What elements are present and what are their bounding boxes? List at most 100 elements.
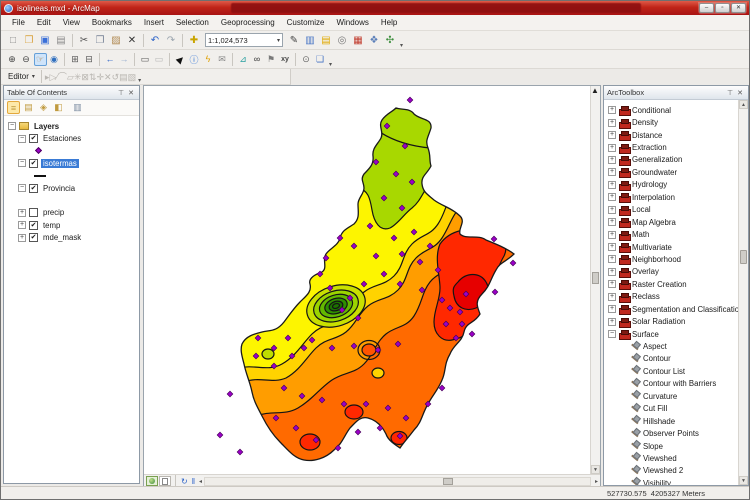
toolbox-extraction[interactable]: + Extraction bbox=[608, 141, 748, 153]
toolbox-groundwater[interactable]: +Groundwater bbox=[608, 166, 748, 178]
maximize-button[interactable]: ▫ bbox=[715, 3, 730, 13]
expand-icon[interactable]: + bbox=[608, 193, 616, 201]
modelbuilder-button[interactable]: ✣ bbox=[383, 33, 398, 48]
toolbox-label[interactable]: Extraction bbox=[632, 143, 667, 152]
table-of-contents-button[interactable]: ▥ bbox=[303, 33, 318, 48]
map-canvas[interactable] bbox=[144, 86, 591, 474]
toolbox-label[interactable]: Surface bbox=[632, 330, 659, 339]
expand-icon[interactable]: + bbox=[608, 268, 616, 276]
tool-viewshed-2[interactable]: Viewshed 2 bbox=[608, 465, 748, 477]
tool-label[interactable]: Viewshed bbox=[643, 454, 677, 463]
expand-icon[interactable]: + bbox=[18, 221, 26, 229]
redo-button[interactable]: ↷ bbox=[164, 33, 179, 48]
toolbox-generalization[interactable]: +Generalization bbox=[608, 154, 748, 166]
back-extent-button[interactable]: ← bbox=[104, 53, 117, 66]
expand-icon[interactable]: + bbox=[608, 106, 616, 114]
expand-icon[interactable]: + bbox=[608, 119, 616, 127]
fixed-zoom-in-button[interactable]: ⊞ bbox=[69, 53, 82, 66]
toolbar-overflow-button[interactable]: ▾ bbox=[138, 77, 141, 84]
expand-icon[interactable]: + bbox=[608, 318, 616, 326]
toolbox-distance[interactable]: +Distance bbox=[608, 129, 748, 141]
python-button[interactable]: ❖ bbox=[367, 33, 382, 48]
delete-button[interactable]: ✕ bbox=[125, 33, 140, 48]
toolbox-surface[interactable]: − Surface bbox=[608, 328, 748, 340]
toolbox-label[interactable]: Distance bbox=[632, 131, 662, 140]
expand-icon[interactable]: + bbox=[608, 206, 616, 214]
tool-aspect[interactable]: Aspect bbox=[608, 340, 748, 352]
layer-label[interactable]: Layers bbox=[32, 122, 61, 131]
layer-label[interactable]: isotermas bbox=[41, 159, 79, 168]
toolbox-local[interactable]: +Local bbox=[608, 204, 748, 216]
tool-label[interactable]: Curvature bbox=[643, 392, 677, 401]
station-point[interactable] bbox=[237, 449, 243, 455]
toolbox-label[interactable]: Math bbox=[632, 230, 649, 239]
toolbox-label[interactable]: Groundwater bbox=[632, 168, 677, 177]
pin-icon[interactable]: ⊤ bbox=[725, 89, 735, 97]
layout-view-button[interactable] bbox=[159, 476, 171, 486]
toolbox-label[interactable]: Interpolation bbox=[632, 193, 675, 202]
tool-observer-points[interactable]: Observer Points bbox=[608, 427, 748, 439]
station-point[interactable] bbox=[355, 429, 361, 435]
layer-visibility-checkbox[interactable]: ✔ bbox=[29, 233, 38, 242]
catalog-button[interactable]: ▤ bbox=[319, 33, 334, 48]
scroll-left-icon[interactable]: ◂ bbox=[199, 478, 202, 485]
layer-visibility-checkbox[interactable]: ✔ bbox=[29, 159, 38, 168]
tool-cut-fill[interactable]: Cut Fill bbox=[608, 403, 748, 415]
collapse-icon[interactable]: − bbox=[608, 330, 616, 338]
tool-label[interactable]: Contour bbox=[643, 354, 671, 363]
tool-label[interactable]: Visibility bbox=[643, 479, 671, 485]
expand-icon[interactable]: + bbox=[608, 255, 616, 263]
menu-windows[interactable]: Windows bbox=[331, 16, 373, 29]
editor-menu[interactable]: Editor▾ bbox=[5, 72, 38, 81]
menu-edit[interactable]: Edit bbox=[32, 16, 56, 29]
find-button[interactable]: ∞ bbox=[251, 53, 264, 66]
collapse-icon[interactable]: − bbox=[18, 135, 26, 143]
editor-tool-icon[interactable]: ▱ bbox=[67, 72, 74, 82]
layer-label[interactable]: precip bbox=[41, 208, 66, 217]
expand-icon[interactable]: + bbox=[608, 181, 616, 189]
add-data-button[interactable]: ✚ bbox=[187, 33, 202, 48]
toolbox-neighborhood[interactable]: +Neighborhood bbox=[608, 253, 748, 265]
tool-label[interactable]: Contour with Barriers bbox=[643, 379, 716, 388]
menu-file[interactable]: File bbox=[7, 16, 30, 29]
layer-visibility-checkbox[interactable]: ✔ bbox=[29, 184, 38, 193]
toolbox-label[interactable]: Reclass bbox=[632, 292, 660, 301]
refresh-view-button[interactable]: ↻ bbox=[181, 477, 188, 486]
editor-toolbar-toggle[interactable]: ✎ bbox=[287, 33, 302, 48]
print-button[interactable]: ▤ bbox=[54, 33, 69, 48]
toolbox-conditional[interactable]: +Conditional bbox=[608, 104, 748, 116]
viewer-window-button[interactable]: ❏ bbox=[314, 53, 327, 66]
tool-visibility[interactable]: Visibility bbox=[608, 477, 748, 485]
measure-button[interactable]: ⊿ bbox=[237, 53, 250, 66]
go-to-xy-button[interactable]: xy bbox=[279, 53, 292, 66]
forward-extent-button[interactable]: → bbox=[118, 53, 131, 66]
tool-curvature[interactable]: Curvature bbox=[608, 390, 748, 402]
select-features-button[interactable]: ▭ bbox=[139, 53, 152, 66]
editor-tool-icon[interactable]: ⌒ bbox=[58, 72, 67, 82]
layer-row-layers[interactable]: −Layers bbox=[4, 120, 139, 132]
pin-icon[interactable]: ⊤ bbox=[116, 89, 126, 97]
cut-button[interactable]: ✂ bbox=[77, 33, 92, 48]
toolbox-interpolation[interactable]: + Interpolation bbox=[608, 191, 748, 203]
station-point[interactable] bbox=[407, 97, 413, 103]
save-button[interactable]: ▣ bbox=[38, 33, 53, 48]
undo-button[interactable]: ↶ bbox=[148, 33, 163, 48]
open-button[interactable]: ❐ bbox=[22, 33, 37, 48]
tool-label[interactable]: Hillshade bbox=[643, 417, 675, 426]
tool-slope[interactable]: Slope bbox=[608, 440, 748, 452]
expand-icon[interactable]: + bbox=[608, 144, 616, 152]
toolbox-raster-creation[interactable]: +Raster Creation bbox=[608, 278, 748, 290]
menu-help[interactable]: Help bbox=[376, 16, 402, 29]
layer-visibility-checkbox[interactable]: ✔ bbox=[29, 134, 38, 143]
list-by-source-button[interactable]: ▤ bbox=[22, 101, 35, 114]
clear-selection-button[interactable]: ▭ bbox=[153, 53, 166, 66]
menu-view[interactable]: View bbox=[58, 16, 85, 29]
map-horizontal-scrollbar[interactable] bbox=[204, 477, 591, 486]
find-route-button[interactable]: ⚑ bbox=[265, 53, 278, 66]
menu-insert[interactable]: Insert bbox=[139, 16, 169, 29]
toolbox-hydrology[interactable]: +Hydrology bbox=[608, 179, 748, 191]
layer-visibility-checkbox[interactable]: ✔ bbox=[29, 221, 38, 230]
pan-button[interactable]: ☞ bbox=[34, 53, 47, 66]
toolbox-label[interactable]: Overlay bbox=[632, 267, 659, 276]
collapse-icon[interactable]: − bbox=[18, 184, 26, 192]
